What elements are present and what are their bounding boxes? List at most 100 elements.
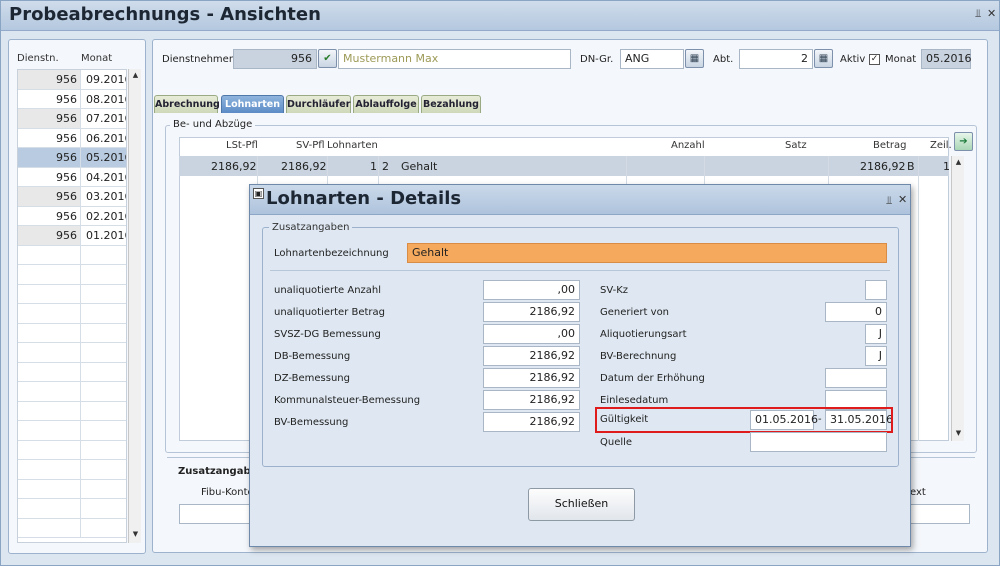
dn-name-field[interactable]: Mustermann Max	[338, 49, 571, 69]
right-field-label: Einlesedatum	[600, 395, 669, 406]
left-field-value[interactable]: 2186,92	[483, 390, 580, 410]
col-satz: Satz	[785, 140, 807, 151]
right-field-label: BV-Berechnung	[600, 351, 677, 362]
right-field-label: Datum der Erhöhung	[600, 373, 705, 384]
list-item-empty	[18, 460, 81, 479]
list-item[interactable]: 956 07.2016	[18, 109, 127, 129]
list-item-nr: 956	[18, 187, 81, 206]
scroll-down-icon[interactable]: ▼	[954, 429, 963, 438]
list-item-monat: 03.2016	[86, 190, 127, 203]
col-sv: SV-Pfl	[296, 140, 325, 151]
scroll-up-icon[interactable]: ▲	[131, 71, 140, 80]
list-item-empty	[81, 324, 126, 343]
left-field-value[interactable]: 2186,92	[483, 412, 580, 432]
right-field-label: Aliquotierungsart	[600, 329, 687, 340]
list-item-nr: 956	[18, 89, 81, 108]
calendar-icon[interactable]: ▦	[685, 49, 704, 68]
right-field-value[interactable]: 0	[825, 302, 887, 322]
list-item-empty	[81, 304, 126, 323]
list-item[interactable]: 956 01.2016	[18, 226, 127, 246]
aktiv-checkbox[interactable]: ✓	[869, 54, 880, 65]
scroll-down-icon[interactable]: ▼	[131, 530, 140, 539]
list-item-empty	[18, 245, 81, 264]
left-field-value[interactable]: ,00	[483, 280, 580, 300]
right-field-value[interactable]: J	[865, 346, 887, 366]
list-item-empty	[18, 304, 81, 323]
tab-lohnarten[interactable]: Lohnarten	[221, 95, 284, 113]
check-icon[interactable]: ✔	[318, 49, 337, 68]
minimize-icon[interactable]: ⫫	[886, 194, 892, 208]
list-item-empty	[18, 499, 81, 518]
list-item-empty	[18, 382, 81, 401]
dngr-field[interactable]: ANG	[620, 49, 684, 69]
list-item-nr: 956	[18, 206, 81, 225]
dn-label: Dienstnehmer	[162, 54, 233, 65]
col-lst: LSt-Pfl	[226, 140, 258, 151]
left-field-value[interactable]: 2186,92	[483, 302, 580, 322]
list-item-nr: 956	[18, 167, 81, 186]
grid-scrollbar[interactable]: ▲ ▼	[951, 156, 964, 441]
list-item	[18, 479, 126, 499]
tab-ablauffolge[interactable]: Ablauffolge	[353, 95, 419, 113]
list-item[interactable]: 956 03.2016	[18, 187, 127, 207]
cell-la1: 1	[370, 160, 377, 173]
list-item	[18, 421, 126, 441]
monat-label: Monat	[885, 54, 917, 65]
cell-bez: Gehalt	[401, 160, 438, 173]
col-zeil: Zeil.	[930, 140, 952, 151]
list-item-empty	[81, 382, 126, 401]
list-item	[18, 304, 126, 324]
tab-durchlaeufer[interactable]: Durchläufer	[286, 95, 351, 113]
quelle-field[interactable]	[750, 432, 887, 452]
left-field-label: unaliquotierte Anzahl	[274, 285, 382, 296]
fibu-field[interactable]	[179, 504, 259, 524]
zusatz-group-label: Zusatzangaben	[269, 222, 353, 233]
scroll-up-icon[interactable]: ▲	[954, 158, 963, 167]
right-field-value[interactable]: J	[865, 324, 887, 344]
list-item[interactable]: 956 04.2016	[18, 167, 126, 187]
dn-nr-field[interactable]: 956	[233, 49, 317, 69]
bez-field[interactable]: Gehalt	[407, 243, 887, 263]
tab-bezahlung[interactable]: Bezahlung	[421, 95, 481, 113]
cell-betrag: 2186,92	[860, 160, 906, 173]
lohnarten-details-dialog: ▣ Lohnarten - Details ⫫ ✕ Zusatzangaben …	[249, 184, 911, 547]
right-field-value[interactable]	[825, 368, 887, 388]
list-item-monat: 07.2016	[86, 112, 127, 125]
tab-abrechnung[interactable]: Abrechnung	[154, 95, 220, 113]
list-item	[18, 518, 126, 538]
window-title: Probeabrechnungs - Ansichten	[9, 4, 321, 25]
close-icon[interactable]: ✕	[987, 7, 996, 20]
list-item[interactable]: 956 06.2016	[18, 128, 126, 148]
left-field-value[interactable]: ,00	[483, 324, 580, 344]
list-item-empty	[18, 362, 81, 381]
bez-label: Lohnartenbezeichnung	[274, 248, 389, 259]
list-item-nr: 956	[18, 70, 81, 89]
list-header: Dienstn. Monat	[17, 53, 137, 67]
list-item[interactable]: 956 02.2016	[18, 206, 126, 226]
abt-field[interactable]: 2	[739, 49, 813, 69]
list-item-empty	[81, 421, 126, 440]
list-item[interactable]: 956 05.2016	[18, 148, 126, 168]
list-item-empty	[18, 421, 81, 440]
list-item-empty	[18, 479, 81, 498]
calendar-icon[interactable]: ▦	[814, 49, 833, 68]
list-item-empty	[18, 518, 81, 537]
list-item-empty	[18, 323, 81, 342]
left-field-value[interactable]: 2186,92	[483, 346, 580, 366]
minimize-icon[interactable]: ⫫	[975, 7, 981, 21]
list-item	[18, 401, 126, 421]
list-item	[18, 499, 126, 519]
close-icon[interactable]: ✕	[898, 193, 907, 206]
col-monat: Monat	[81, 53, 113, 64]
close-button[interactable]: Schließen	[528, 488, 635, 521]
list-item[interactable]: 956 09.2016	[18, 70, 127, 90]
list-scrollbar[interactable]: ▲ ▼	[128, 69, 141, 543]
right-field-value[interactable]	[865, 280, 887, 300]
arrow-right-icon[interactable]: ➔	[954, 132, 973, 151]
list-item-monat: 01.2016	[86, 229, 127, 242]
list-item	[18, 362, 126, 382]
list-item-monat: 09.2016	[86, 73, 127, 86]
list-item	[18, 284, 126, 304]
list-item[interactable]: 956 08.2016	[18, 89, 126, 109]
left-field-value[interactable]: 2186,92	[483, 368, 580, 388]
